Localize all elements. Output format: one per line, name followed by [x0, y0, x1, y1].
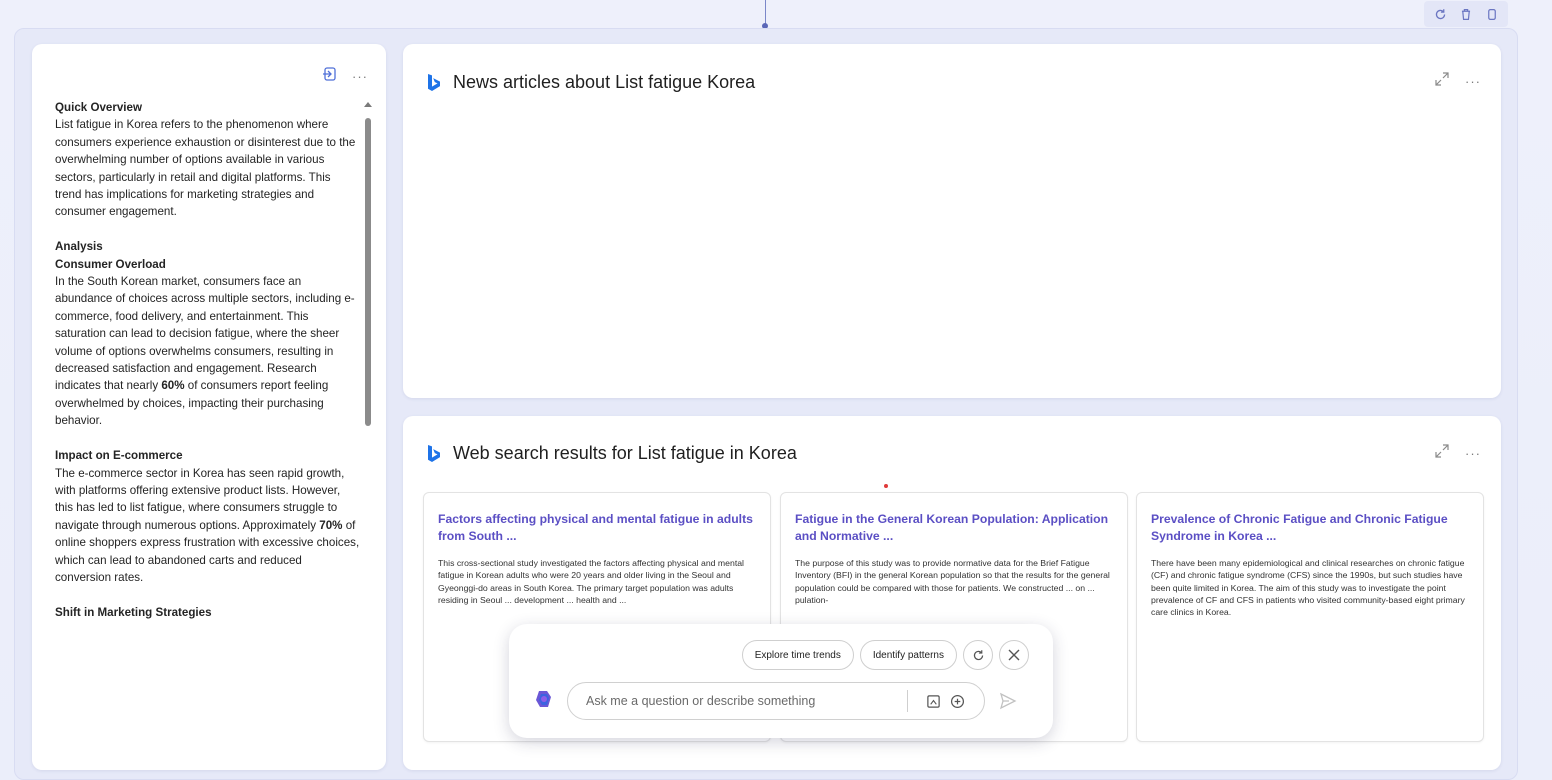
section-heading: Shift in Marketing Strategies: [55, 605, 212, 619]
section-heading: Analysis: [55, 240, 103, 254]
bing-logo-icon: [427, 73, 441, 92]
web-toolbar: ···: [1435, 444, 1481, 463]
result-snippet: This cross-sectional study investigated …: [438, 558, 744, 605]
body-text: The e-commerce sector in Korea has seen …: [55, 466, 345, 532]
copilot-logo-icon: [533, 688, 555, 710]
news-toolbar: ···: [1435, 72, 1481, 91]
result-snippet: There have been many epidemiological and…: [1151, 558, 1465, 618]
more-options-button[interactable]: ···: [1465, 447, 1481, 460]
scrollbar[interactable]: [364, 102, 372, 770]
more-options-button[interactable]: ···: [1465, 75, 1481, 88]
section-body: In the South Korean market, consumers fa…: [55, 273, 360, 430]
top-toolbar: [1424, 1, 1508, 27]
chat-input-box[interactable]: [567, 682, 985, 720]
summary-content: Quick Overview List fatigue in Korea ref…: [55, 99, 360, 621]
indicator-dot: [884, 484, 888, 488]
copy-icon[interactable]: [1482, 4, 1502, 24]
scroll-thumb[interactable]: [365, 118, 371, 426]
result-title-link[interactable]: Factors affecting physical and mental fa…: [438, 511, 756, 545]
body-text: In the South Korean market, consumers fa…: [55, 275, 355, 393]
news-articles-card: News articles about List fatigue Korea ·…: [403, 44, 1501, 398]
section-body: List fatigue in Korea refers to the phen…: [55, 118, 356, 219]
section-heading: Quick Overview: [55, 101, 142, 114]
expand-icon[interactable]: [1435, 72, 1449, 91]
panel-title-text: News articles about List fatigue Korea: [453, 72, 756, 92]
suggestion-chips: Explore time trends Identify patterns: [741, 640, 1029, 670]
delete-icon[interactable]: [1456, 4, 1476, 24]
section-body: The e-commerce sector in Korea has seen …: [55, 465, 360, 587]
summary-toolbar: ···: [322, 66, 368, 87]
summary-card: ··· Quick Overview List fatigue in Korea…: [32, 44, 386, 770]
add-attachment-icon[interactable]: [948, 692, 966, 710]
news-title: News articles about List fatigue Korea: [427, 72, 755, 93]
bing-logo-icon: [427, 444, 441, 463]
send-icon[interactable]: [999, 692, 1019, 712]
capture-screenshot-icon[interactable]: [924, 692, 942, 710]
input-divider: [907, 690, 908, 712]
refresh-suggestions-icon[interactable]: [963, 640, 993, 670]
scroll-up-icon[interactable]: [364, 102, 372, 107]
result-snippet: The purpose of this study was to provide…: [795, 558, 1110, 605]
more-options-button[interactable]: ···: [352, 70, 368, 83]
chip-identify-patterns[interactable]: Identify patterns: [859, 640, 957, 670]
chip-explore-time-trends[interactable]: Explore time trends: [741, 640, 854, 670]
insert-to-page-icon[interactable]: [322, 66, 338, 87]
chat-composer: Explore time trends Identify patterns: [509, 624, 1053, 738]
section-heading: Impact on E-commerce: [55, 449, 183, 463]
stat-highlight: 60%: [161, 379, 185, 393]
web-title: Web search results for List fatigue in K…: [427, 443, 797, 464]
result-title-link[interactable]: Fatigue in the General Korean Population…: [795, 511, 1113, 545]
result-card[interactable]: Prevalence of Chronic Fatigue and Chroni…: [1136, 492, 1484, 742]
close-icon[interactable]: [999, 640, 1029, 670]
stat-highlight: 70%: [319, 518, 343, 532]
result-title-link[interactable]: Prevalence of Chronic Fatigue and Chroni…: [1151, 511, 1469, 545]
expand-icon[interactable]: [1435, 444, 1449, 463]
section-subheading: Consumer Overload: [55, 257, 166, 271]
chat-input[interactable]: [586, 694, 897, 708]
refresh-icon[interactable]: [1430, 4, 1450, 24]
panel-title-text: Web search results for List fatigue in K…: [453, 443, 797, 463]
